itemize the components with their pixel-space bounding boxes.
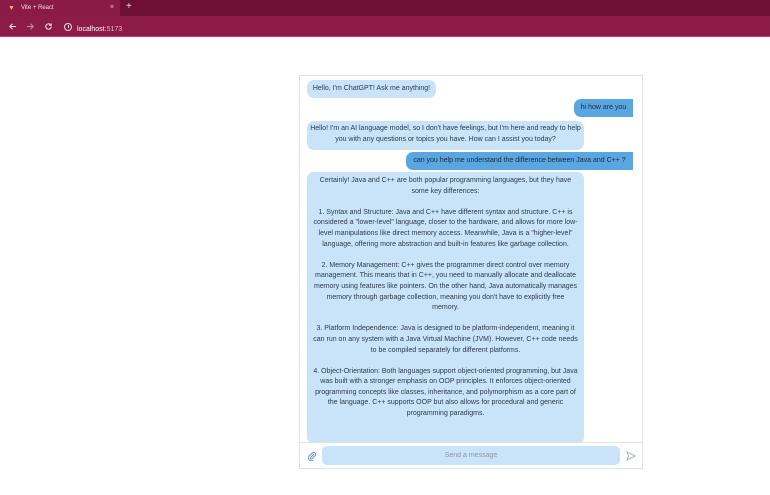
bot-message: Hello! I'm an AI language model, so I do…	[307, 121, 584, 150]
browser-tab[interactable]: ▼ Vite + React ×	[0, 0, 120, 16]
bot-message: Certainly! Java and C++ are both popular…	[307, 172, 584, 442]
reload-icon	[44, 23, 52, 30]
url-port: :5173	[104, 25, 123, 33]
message-paragraph: 1. Syntax and Structure: Java and C++ ha…	[313, 208, 578, 248]
message-paragraph: 4. Object-Orientation: Both languages su…	[313, 367, 578, 418]
message-input[interactable]	[322, 446, 620, 465]
toolbar-divider	[0, 36, 770, 37]
bot-message: Hello, I'm ChatGPT! Ask me anything!	[307, 80, 436, 98]
user-message: can you help me understand the differenc…	[406, 152, 633, 170]
attach-button[interactable]	[306, 450, 318, 462]
message-composer	[300, 442, 642, 468]
browser-toolbar: localhost:5173	[0, 16, 770, 37]
url-host: localhost	[77, 25, 105, 33]
message-paragraph: 2. Memory Management: C++ gives the prog…	[313, 261, 578, 312]
message-paragraph: Certainly! Java and C++ are both popular…	[319, 177, 572, 195]
user-message: hi how are you	[574, 99, 633, 117]
chat-panel: Hello, I'm ChatGPT! Ask me anything! hi …	[299, 75, 643, 469]
arrow-right-icon	[26, 23, 34, 30]
message-list[interactable]: Hello, I'm ChatGPT! Ask me anything! hi …	[300, 76, 642, 442]
new-tab-button[interactable]: +	[126, 2, 132, 12]
message-paragraph: 3. Platform Independence: Java is design…	[313, 325, 578, 354]
forward-button[interactable]	[22, 19, 38, 35]
paperclip-icon	[308, 451, 317, 461]
send-button[interactable]	[625, 450, 637, 462]
arrow-left-icon	[8, 23, 16, 30]
tab-close-button[interactable]: ×	[110, 4, 114, 11]
reload-button[interactable]	[40, 19, 56, 35]
address-bar[interactable]: localhost:5173	[64, 19, 122, 35]
send-icon	[626, 451, 636, 461]
back-button[interactable]	[4, 19, 20, 35]
vite-logo-icon: ▼	[8, 4, 15, 12]
browser-tab-bar: ▼ Vite + React × +	[0, 0, 770, 16]
tab-title: Vite + React	[20, 5, 54, 11]
info-icon[interactable]	[64, 22, 72, 31]
